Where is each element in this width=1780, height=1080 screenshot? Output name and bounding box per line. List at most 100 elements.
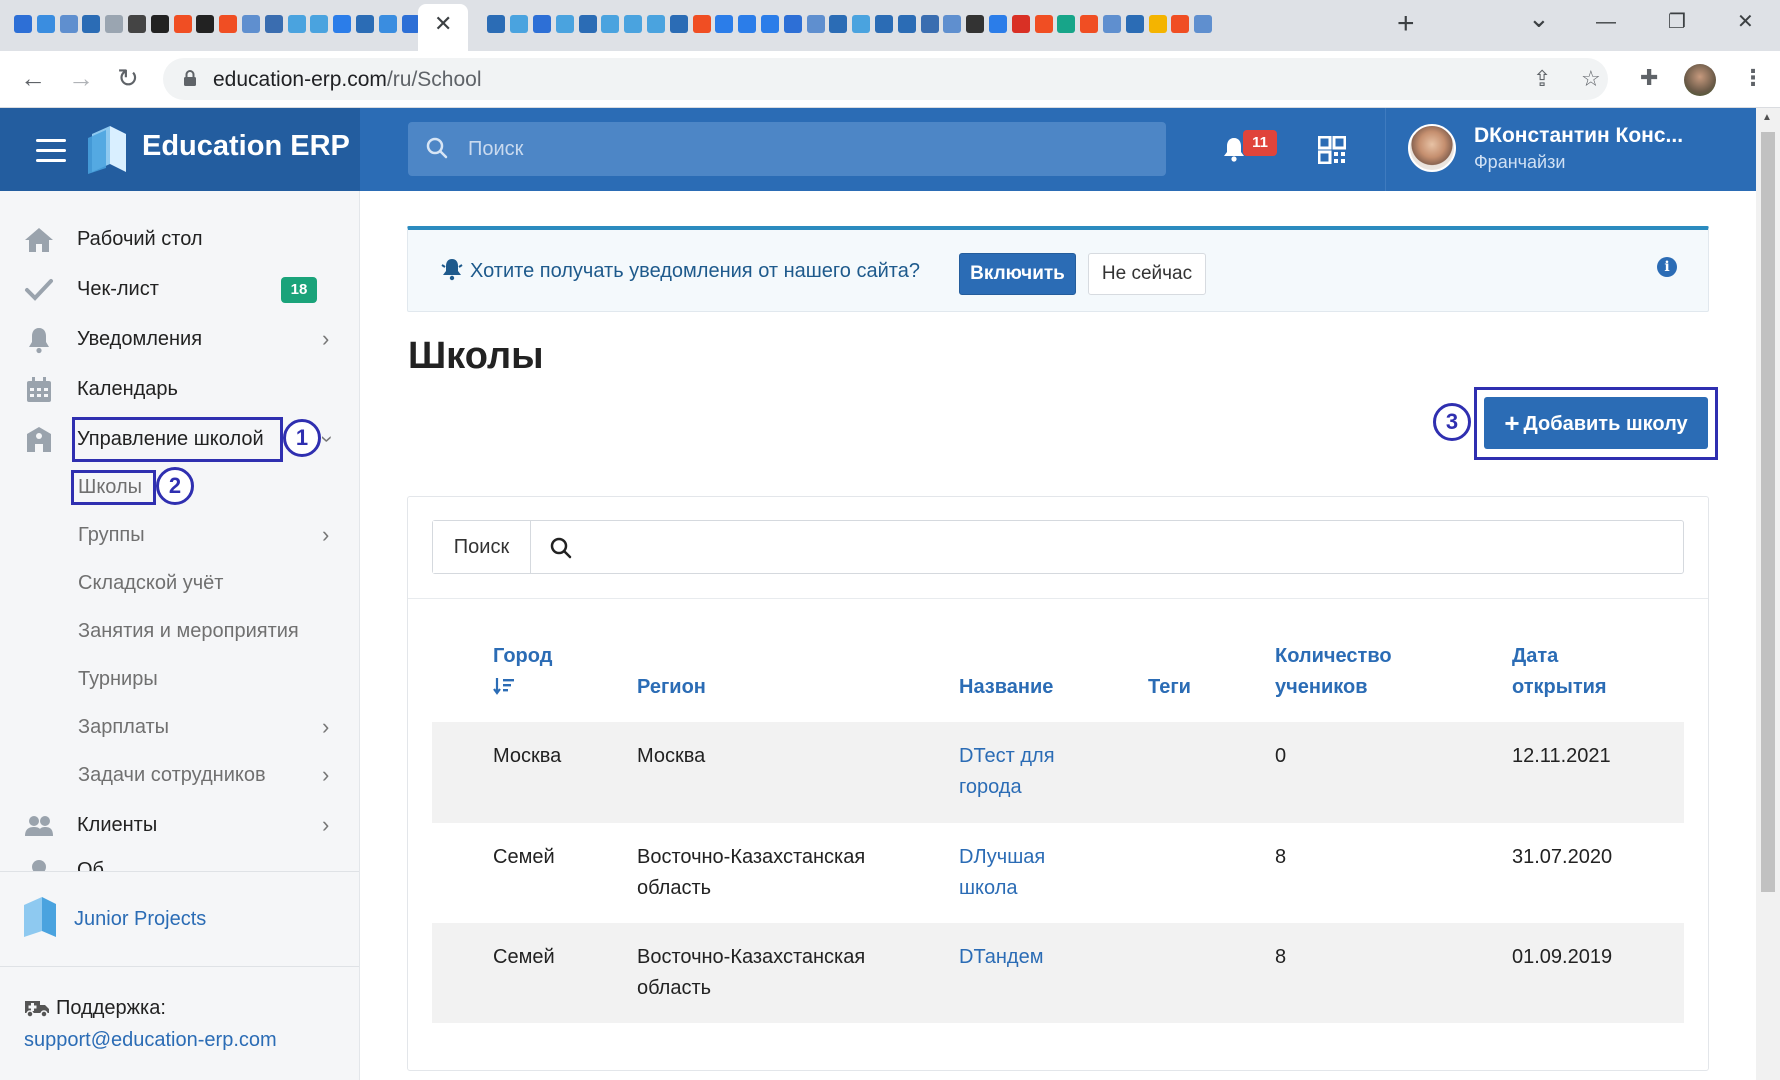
tab-favicon-icon[interactable] xyxy=(287,15,306,33)
support-email-link[interactable]: support@education-erp.com xyxy=(24,1029,277,1052)
browser-menu-icon[interactable]: ⋮ xyxy=(1742,65,1764,91)
global-search-input[interactable] xyxy=(468,122,1148,176)
column-header-name[interactable]: Название xyxy=(959,672,1053,703)
address-bar[interactable]: education-erp.com/ru/School ⇪ ☆ xyxy=(163,58,1608,100)
tab-favicon-icon[interactable] xyxy=(401,15,420,33)
tab-favicon-icon[interactable] xyxy=(555,15,574,33)
sort-descending-icon[interactable] xyxy=(493,676,515,696)
tab-favicon-icon[interactable] xyxy=(36,15,55,33)
scrollbar-thumb[interactable] xyxy=(1761,132,1775,892)
column-header-students[interactable]: Количество учеников xyxy=(1275,641,1392,703)
bookmark-star-icon[interactable]: ☆ xyxy=(1581,66,1601,92)
qr-code-icon[interactable] xyxy=(1318,136,1346,164)
tab-favicon-icon[interactable] xyxy=(378,15,397,33)
tab-favicon-icon[interactable] xyxy=(897,15,916,33)
tab-favicon-icon[interactable] xyxy=(1171,15,1190,33)
enable-notifications-button[interactable]: Включить xyxy=(959,253,1076,295)
tab-favicon-icon[interactable] xyxy=(1034,15,1053,33)
tab-favicon-icon[interactable] xyxy=(829,15,848,33)
sidebar-subitem-salaries[interactable]: Зарплаты › xyxy=(0,706,359,750)
extensions-icon[interactable]: ✚ xyxy=(1640,65,1658,91)
tab-favicon-icon[interactable] xyxy=(601,15,620,33)
user-name[interactable]: DКонстантин Конс... xyxy=(1474,124,1683,148)
sidebar-subitem-groups[interactable]: Группы › xyxy=(0,514,359,558)
tab-favicon-icon[interactable] xyxy=(105,15,124,33)
tab-favicon-icon[interactable] xyxy=(1148,15,1167,33)
tab-favicon-icon[interactable] xyxy=(943,15,962,33)
tab-favicon-icon[interactable] xyxy=(806,15,825,33)
not-now-button[interactable]: Не сейчас xyxy=(1088,253,1206,295)
scroll-up-arrow-icon[interactable]: ▲ xyxy=(1762,112,1772,123)
tab-search-icon[interactable]: ⌄ xyxy=(1528,5,1550,31)
tab-favicon-icon[interactable] xyxy=(738,15,757,33)
tab-favicon-icon[interactable] xyxy=(1125,15,1144,33)
sidebar-subitem-staff-tasks[interactable]: Задачи сотрудников › xyxy=(0,754,359,798)
junior-projects-link[interactable]: Junior Projects xyxy=(74,908,206,931)
tab-favicon-icon[interactable] xyxy=(578,15,597,33)
table-row[interactable]: Семей Восточно-Казахстанская область DЛуч… xyxy=(432,823,1684,923)
tab-favicon-icon[interactable] xyxy=(692,15,711,33)
global-search[interactable] xyxy=(408,122,1166,176)
tab-favicon-icon[interactable] xyxy=(150,15,169,33)
tab-favicon-icon[interactable] xyxy=(875,15,893,33)
cell-school-name-link[interactable]: DТест для города xyxy=(959,741,1055,803)
sidebar-item-partial[interactable]: Об xyxy=(0,851,359,871)
tab-favicon-icon[interactable] xyxy=(1011,15,1030,33)
minimize-button[interactable]: — xyxy=(1596,10,1616,34)
column-header-opening-date[interactable]: Дата открытия xyxy=(1512,641,1607,703)
tab-favicon-icon[interactable] xyxy=(624,15,643,33)
tab-favicon-icon[interactable] xyxy=(1057,15,1076,33)
tab-favicon-icon[interactable] xyxy=(966,15,985,33)
tab-favicon-icon[interactable] xyxy=(487,15,506,33)
tab-favicon-icon[interactable] xyxy=(333,15,352,33)
sidebar-item-clients[interactable]: Клиенты › xyxy=(0,804,359,848)
sidebar-subitem-lessons[interactable]: Занятия и мероприятия xyxy=(0,610,359,654)
page-scrollbar[interactable]: ▲ xyxy=(1756,108,1780,1080)
profile-avatar[interactable] xyxy=(1684,64,1716,96)
column-header-tags[interactable]: Теги xyxy=(1148,672,1191,703)
tab-favicon-icon[interactable] xyxy=(1103,15,1121,33)
cell-school-name-link[interactable]: DТандем xyxy=(959,942,1043,973)
table-search[interactable]: Поиск xyxy=(432,520,1684,574)
tab-favicon-icon[interactable] xyxy=(669,15,688,33)
tab-favicon-icon[interactable] xyxy=(264,15,283,33)
tab-favicon-icon[interactable] xyxy=(1080,15,1099,33)
tab-favicon-icon[interactable] xyxy=(647,15,665,33)
table-row[interactable]: Семей Восточно-Казахстанская область DТан… xyxy=(432,923,1684,1023)
back-icon[interactable]: ← xyxy=(20,63,46,93)
tab-favicon-icon[interactable] xyxy=(59,15,78,33)
window-close-button[interactable]: ✕ xyxy=(1737,10,1754,34)
tab-favicon-icon[interactable] xyxy=(852,15,871,33)
cell-school-name-link[interactable]: DЛучшая школа xyxy=(959,842,1045,904)
tab-favicon-icon[interactable] xyxy=(14,15,32,33)
tab-favicon-icon[interactable] xyxy=(356,15,374,33)
reload-icon[interactable]: ↻ xyxy=(117,63,139,93)
share-icon[interactable]: ⇪ xyxy=(1533,66,1551,92)
sidebar-subitem-warehouse[interactable]: Складской учёт xyxy=(0,562,359,606)
tab-favicon-icon[interactable] xyxy=(173,15,192,33)
info-icon[interactable]: i xyxy=(1657,257,1677,277)
table-row[interactable]: Москва Москва DТест для города 0 12.11.20… xyxy=(432,722,1684,823)
user-avatar[interactable] xyxy=(1408,124,1456,172)
tab-favicon-icon[interactable] xyxy=(783,15,802,33)
tab-favicon-icon[interactable] xyxy=(533,15,551,33)
tab-favicon-icon[interactable] xyxy=(128,15,146,33)
tab-favicon-icon[interactable] xyxy=(715,15,734,33)
tab-favicon-icon[interactable] xyxy=(242,15,260,33)
tab-favicon-icon[interactable] xyxy=(82,15,101,33)
tab-favicon-icon[interactable] xyxy=(989,15,1007,33)
sidebar-item-calendar[interactable]: Календарь xyxy=(0,368,359,412)
tab-favicon-icon[interactable] xyxy=(1194,15,1213,33)
hamburger-menu-icon[interactable] xyxy=(36,139,66,162)
tab-favicon-icon[interactable] xyxy=(219,15,238,33)
column-header-city[interactable]: Город xyxy=(493,641,552,672)
forward-icon[interactable]: → xyxy=(68,63,94,93)
sidebar-item-notifications[interactable]: Уведомления › xyxy=(0,318,359,362)
tab-favicon-icon[interactable] xyxy=(510,15,529,33)
tab-close-icon[interactable]: ✕ xyxy=(434,13,452,35)
tab-favicon-icon[interactable] xyxy=(761,15,779,33)
sidebar-subitem-tournaments[interactable]: Турниры xyxy=(0,658,359,702)
tab-favicon-icon[interactable] xyxy=(920,15,939,33)
table-search-input[interactable] xyxy=(583,521,1673,573)
maximize-button[interactable]: ❐ xyxy=(1668,10,1686,34)
